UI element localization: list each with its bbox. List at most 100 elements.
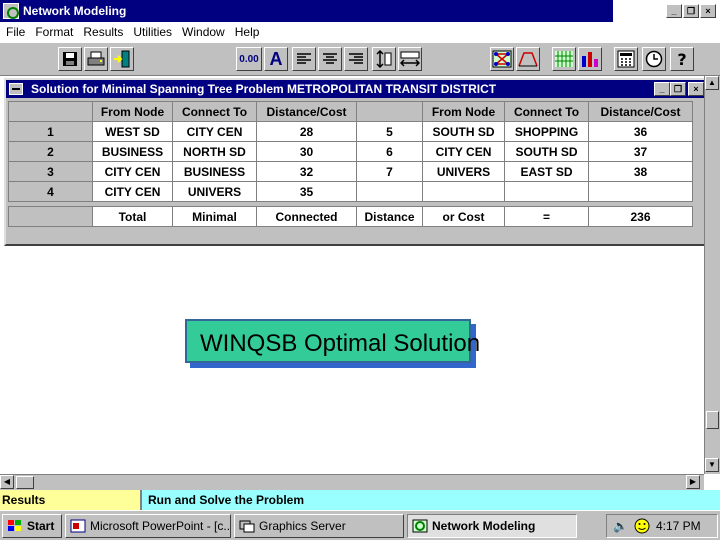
column-header[interactable]: Distance/Cost bbox=[588, 101, 693, 122]
task-network-modeling[interactable]: Network Modeling bbox=[407, 513, 577, 538]
trapezoid-chart-button[interactable] bbox=[516, 47, 540, 71]
table-cell[interactable]: 7 bbox=[356, 161, 423, 182]
task-powerpoint[interactable]: Microsoft PowerPoint - [c... bbox=[65, 513, 231, 538]
table-cell[interactable]: 28 bbox=[256, 121, 357, 142]
table-cell[interactable] bbox=[356, 181, 423, 202]
help-button[interactable]: ? bbox=[670, 47, 694, 71]
grid-chart-button[interactable] bbox=[552, 47, 576, 71]
align-center-icon bbox=[323, 53, 337, 64]
row-header[interactable]: 4 bbox=[8, 181, 93, 202]
table-cell[interactable]: UNIVERS bbox=[422, 161, 505, 182]
align-right-button[interactable] bbox=[344, 47, 368, 71]
row-header[interactable]: 3 bbox=[8, 161, 93, 182]
table-cell[interactable] bbox=[504, 181, 589, 202]
network-app-icon[interactable] bbox=[3, 3, 19, 19]
total-cell[interactable]: Total bbox=[92, 206, 173, 227]
table-cell[interactable] bbox=[422, 181, 505, 202]
table-cell[interactable]: 5 bbox=[356, 121, 423, 142]
table-cell[interactable]: 37 bbox=[588, 141, 693, 162]
network-graph-button[interactable] bbox=[490, 47, 514, 71]
menu-format[interactable]: Format bbox=[30, 25, 78, 39]
table-cell[interactable]: CITY CEN bbox=[92, 161, 173, 182]
main-title-bar[interactable]: Network Modeling bbox=[0, 0, 613, 22]
column-width-button[interactable] bbox=[398, 47, 422, 71]
scroll-up-arrow-icon[interactable]: ▲ bbox=[705, 76, 719, 90]
table-cell[interactable]: SOUTH SD bbox=[422, 121, 505, 142]
table-cell[interactable]: SHOPPING bbox=[504, 121, 589, 142]
task-graphics-server[interactable]: Graphics Server bbox=[234, 513, 404, 538]
row-header[interactable]: 1 bbox=[8, 121, 93, 142]
menu-file[interactable]: File bbox=[0, 25, 30, 39]
font-button[interactable]: A bbox=[264, 47, 288, 71]
horizontal-scroll-thumb[interactable] bbox=[16, 476, 34, 489]
row-header[interactable]: 2 bbox=[8, 141, 93, 162]
menu-window[interactable]: Window bbox=[177, 25, 230, 39]
start-button[interactable]: Start bbox=[2, 513, 62, 538]
system-menu-icon[interactable] bbox=[9, 83, 23, 95]
close-button[interactable]: × bbox=[700, 4, 716, 18]
column-header[interactable]: Distance/Cost bbox=[256, 101, 357, 122]
table-cell[interactable]: CITY CEN bbox=[92, 181, 173, 202]
table-cell[interactable]: 36 bbox=[588, 121, 693, 142]
total-cell[interactable]: or Cost bbox=[422, 206, 505, 227]
table-cell[interactable]: 32 bbox=[256, 161, 357, 182]
scroll-right-arrow-icon[interactable]: ▶ bbox=[686, 475, 700, 489]
printer-icon bbox=[87, 51, 105, 66]
table-row: 2 BUSINESS NORTH SD 30 6 CITY CEN SOUTH … bbox=[8, 141, 693, 162]
speaker-icon[interactable]: 🔈 bbox=[613, 519, 628, 533]
table-cell[interactable]: 6 bbox=[356, 141, 423, 162]
minimize-button[interactable]: _ bbox=[666, 4, 682, 18]
column-header[interactable]: Connect To bbox=[504, 101, 589, 122]
table-row: 3 CITY CEN BUSINESS 32 7 UNIVERS EAST SD… bbox=[8, 161, 693, 182]
table-cell[interactable]: BUSINESS bbox=[92, 141, 173, 162]
table-cell[interactable]: UNIVERS bbox=[172, 181, 257, 202]
table-cell[interactable]: 30 bbox=[256, 141, 357, 162]
table-cell[interactable]: BUSINESS bbox=[172, 161, 257, 182]
total-value-cell[interactable]: 236 bbox=[588, 206, 693, 227]
table-cell[interactable]: 35 bbox=[256, 181, 357, 202]
table-cell[interactable]: 38 bbox=[588, 161, 693, 182]
table-cell[interactable]: EAST SD bbox=[504, 161, 589, 182]
decimal-format-button[interactable]: 0.00 bbox=[236, 47, 262, 71]
child-minimize-button[interactable]: _ bbox=[654, 82, 670, 96]
vertical-scroll-thumb[interactable] bbox=[706, 411, 719, 429]
column-header[interactable] bbox=[356, 101, 423, 122]
child-title-bar[interactable]: Solution for Minimal Spanning Tree Probl… bbox=[6, 80, 706, 98]
table-cell[interactable]: SOUTH SD bbox=[504, 141, 589, 162]
child-close-button[interactable]: × bbox=[688, 82, 704, 96]
total-cell[interactable]: Connected bbox=[256, 206, 357, 227]
table-cell[interactable] bbox=[588, 181, 693, 202]
calculator-button[interactable] bbox=[614, 47, 638, 71]
table-cell[interactable]: NORTH SD bbox=[172, 141, 257, 162]
table-cell[interactable]: WEST SD bbox=[92, 121, 173, 142]
bar-chart-button[interactable] bbox=[578, 47, 602, 71]
column-header[interactable]: From Node bbox=[422, 101, 505, 122]
restore-button[interactable]: ❐ bbox=[683, 4, 699, 18]
clock-button[interactable] bbox=[642, 47, 666, 71]
smiley-icon[interactable] bbox=[634, 518, 650, 534]
taskbar: Start Microsoft PowerPoint - [c... Graph… bbox=[0, 510, 720, 540]
column-header[interactable]: Connect To bbox=[172, 101, 257, 122]
column-header[interactable]: From Node bbox=[92, 101, 173, 122]
child-restore-button[interactable]: ❐ bbox=[670, 82, 686, 96]
menu-utilities[interactable]: Utilities bbox=[128, 25, 177, 39]
scroll-down-arrow-icon[interactable]: ▼ bbox=[705, 458, 719, 472]
total-cell[interactable]: Minimal bbox=[172, 206, 257, 227]
table-cell[interactable]: CITY CEN bbox=[422, 141, 505, 162]
horizontal-scrollbar[interactable]: ◀ ▶ bbox=[0, 474, 704, 490]
clock-readout[interactable]: 4:17 PM bbox=[656, 519, 701, 533]
align-left-button[interactable] bbox=[292, 47, 316, 71]
save-button[interactable] bbox=[58, 47, 82, 71]
table-cell[interactable]: CITY CEN bbox=[172, 121, 257, 142]
total-cell[interactable]: = bbox=[504, 206, 589, 227]
total-cell[interactable]: Distance bbox=[356, 206, 423, 227]
menu-results[interactable]: Results bbox=[78, 25, 128, 39]
vertical-scrollbar[interactable]: ▲ ▼ bbox=[704, 76, 720, 474]
menu-help[interactable]: Help bbox=[230, 25, 265, 39]
align-center-button[interactable] bbox=[318, 47, 342, 71]
row-height-button[interactable] bbox=[372, 47, 396, 71]
print-button[interactable] bbox=[84, 47, 108, 71]
scroll-left-arrow-icon[interactable]: ◀ bbox=[0, 475, 14, 489]
exit-button[interactable] bbox=[110, 47, 134, 71]
app-title: Network Modeling bbox=[23, 4, 127, 18]
